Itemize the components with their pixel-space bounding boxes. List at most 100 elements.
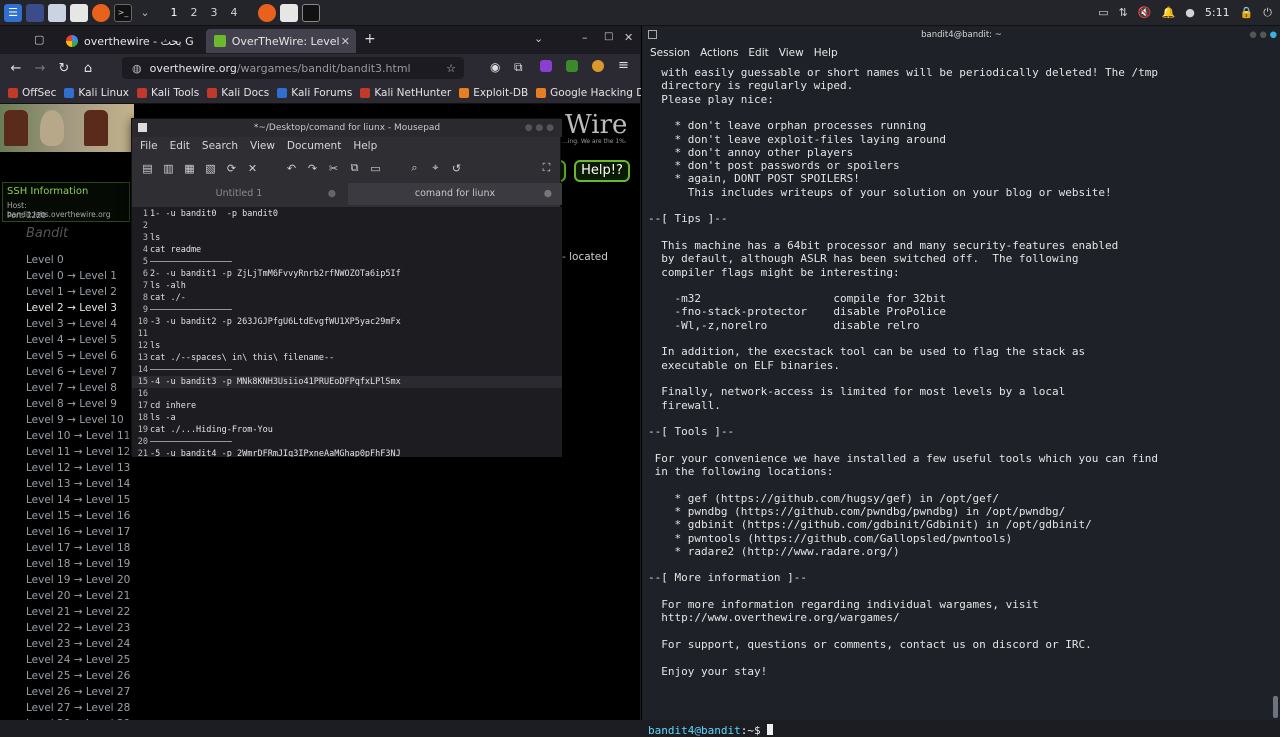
editor-line[interactable]: 10 -3 -u bandit2 -p 263JGJPfgU6LtdEvgfWU1… <box>132 316 562 328</box>
editor-line[interactable]: 14 ———————————————— <box>132 364 562 376</box>
notification-bell-icon[interactable]: 🔔 <box>1162 6 1176 19</box>
editor-line[interactable]: 19 cat ./...Hiding-From-You <box>132 424 562 436</box>
help-button[interactable]: Help!? <box>574 160 630 182</box>
kali-menu-icon[interactable]: ☰ <box>4 3 22 22</box>
editor-line[interactable]: 15 -4 -u bandit3 -p MNk8KNH3Usiio41PRUEoD… <box>132 376 562 388</box>
new-window-icon[interactable]: ▥ <box>163 162 174 175</box>
workspace-4[interactable]: 4 <box>224 6 244 19</box>
redo-icon[interactable]: ↷ <box>307 162 318 175</box>
sidebar-level-link[interactable]: Level 25 → Level 26 <box>26 670 130 682</box>
close-window-icon[interactable]: ✕ <box>624 31 633 44</box>
sidebar-level-link[interactable]: Level 14 → Level 15 <box>26 494 130 506</box>
network-icon[interactable]: ⇅ <box>1119 6 1128 19</box>
url-bar[interactable]: ◍ overthewire.org/wargames/bandit/bandit… <box>122 57 464 79</box>
sidebar-level-link[interactable]: Level 17 → Level 18 <box>26 542 130 554</box>
sidebar-level-link[interactable]: Level 15 → Level 16 <box>26 510 130 522</box>
clock[interactable]: 5:11 <box>1205 6 1230 19</box>
window-controls-icon[interactable]: ● ● ● <box>1249 26 1277 44</box>
sidebar-level-link[interactable]: Level 4 → Level 5 <box>26 334 117 346</box>
new-document-icon[interactable]: ▤ <box>142 162 153 175</box>
new-tab-icon[interactable]: + <box>364 31 376 47</box>
sidebar-level-link[interactable]: Level 21 → Level 22 <box>26 606 130 618</box>
mousepad-window-icon[interactable] <box>280 3 298 22</box>
editor-line[interactable]: 17 cd inhere <box>132 400 562 412</box>
editor-line[interactable]: 6 2- -u bandit1 -p ZjLjTmM6FvvyRnrb2rfNWO… <box>132 268 562 280</box>
editor-line[interactable]: 9 ———————————————— <box>132 304 562 316</box>
terminal-window-icon[interactable] <box>302 3 320 22</box>
workspace-3[interactable]: 3 <box>204 6 224 19</box>
extension-green-icon[interactable] <box>566 60 578 72</box>
bookmark-kali-nethunter[interactable]: Kali NetHunter <box>360 87 451 99</box>
chevron-down-icon[interactable]: ⌄ <box>136 4 154 22</box>
forward-icon[interactable]: → <box>28 61 52 76</box>
sidebar-level-link[interactable]: Level 23 → Level 24 <box>26 638 130 650</box>
bookmark-kali-forums[interactable]: Kali Forums <box>277 87 352 99</box>
window-controls-icon[interactable]: ● ● ● <box>525 119 554 137</box>
text-editor-icon[interactable] <box>70 3 88 22</box>
save-icon[interactable]: ▦ <box>184 162 195 175</box>
cut-icon[interactable]: ✂ <box>328 162 339 175</box>
shell-prompt[interactable]: bandit4@bandit:~$ <box>648 724 774 737</box>
extension-orange-icon[interactable] <box>592 60 604 72</box>
sidebar-level-link[interactable]: Level 27 → Level 28 <box>26 702 130 714</box>
mute-icon[interactable]: 🔇 <box>1138 6 1152 19</box>
terminal-scrollbar[interactable] <box>1273 696 1278 718</box>
tab-untitled-1[interactable]: Untitled 1 ● <box>132 183 346 205</box>
menu-icon[interactable]: ≡ <box>618 58 629 73</box>
sidebar-level-link[interactable]: Level 13 → Level 14 <box>26 478 130 490</box>
home-icon[interactable]: ⌂ <box>76 61 100 76</box>
close-icon[interactable]: ● <box>328 183 336 205</box>
copy-icon[interactable]: ⧉ <box>349 161 360 175</box>
search-icon[interactable]: ⌕ <box>409 161 420 175</box>
editor-line[interactable]: 8 cat ./- <box>132 292 562 304</box>
editor-line[interactable]: 16 <box>132 388 562 400</box>
sidebar-level-link[interactable]: Level 5 → Level 6 <box>26 350 117 362</box>
close-icon[interactable]: ● <box>544 183 552 205</box>
menu-file[interactable]: File <box>140 140 158 152</box>
desktop-icon[interactable] <box>26 3 44 22</box>
minimize-icon[interactable]: – <box>582 31 588 44</box>
tab-google-search[interactable]: overthewire - بحث Google <box>58 29 204 53</box>
sidebar-level-link[interactable]: Level 9 → Level 10 <box>26 414 124 426</box>
sidebar-level-link[interactable]: Level 22 → Level 23 <box>26 622 130 634</box>
account-icon[interactable]: ◉ <box>490 60 500 74</box>
tab-comand-for-liunx[interactable]: comand for liunx ● <box>348 183 562 205</box>
paste-icon[interactable]: ▭ <box>370 162 381 175</box>
undo-icon[interactable]: ↶ <box>286 162 297 175</box>
sidebar-level-link[interactable]: Level 18 → Level 19 <box>26 558 130 570</box>
sidebar-level-link[interactable]: Level 20 → Level 21 <box>26 590 130 602</box>
menu-session[interactable]: Session <box>650 47 690 59</box>
bookmark-kali-docs[interactable]: Kali Docs <box>207 87 269 99</box>
terminal-output[interactable]: with easily guessable or short names wil… <box>642 62 1280 737</box>
go-to-line-icon[interactable]: ↺ <box>451 162 462 175</box>
firefox-window-icon[interactable] <box>258 3 276 22</box>
page-info-icon[interactable]: ◍ <box>132 62 142 75</box>
menu-help[interactable]: Help <box>353 140 377 152</box>
editor-line[interactable]: 5 ———————————————— <box>132 256 562 268</box>
close-document-icon[interactable]: ✕ <box>247 162 258 175</box>
bookmark-offsec[interactable]: OffSec <box>8 87 56 99</box>
editor-line[interactable]: 7 ls -alh <box>132 280 562 292</box>
menu-document[interactable]: Document <box>287 140 341 152</box>
tab-overthewire[interactable]: OverTheWire: Level Goal ✕ <box>206 29 356 53</box>
editor-line[interactable]: 13 cat ./--spaces\ in\ this\ filename-- <box>132 352 562 364</box>
bookmark-kali-tools[interactable]: Kali Tools <box>137 87 199 99</box>
sidebar-level-link[interactable]: Level 0 <box>26 254 64 266</box>
sidebar-level-link[interactable]: Level 19 → Level 20 <box>26 574 130 586</box>
sidebar-level-link[interactable]: Level 1 → Level 2 <box>26 286 117 298</box>
bookmark-star-icon[interactable]: ☆ <box>446 62 456 75</box>
editor-line[interactable]: 12 ls <box>132 340 562 352</box>
tab-list-icon[interactable]: ⌄ <box>534 32 543 45</box>
menu-help[interactable]: Help <box>814 47 838 59</box>
editor-line[interactable]: 20 ———————————————— <box>132 436 562 448</box>
sidebar-level-link[interactable]: Level 8 → Level 9 <box>26 398 117 410</box>
sidebar-level-link[interactable]: Level 24 → Level 25 <box>26 654 130 666</box>
editor-line[interactable]: 3 ls <box>132 232 562 244</box>
file-manager-icon[interactable] <box>48 3 66 22</box>
power-icon[interactable]: ● <box>1185 6 1195 19</box>
sidebar-level-link[interactable]: Level 2 → Level 3 <box>26 302 117 314</box>
mousepad-titlebar[interactable]: *~/Desktop/comand for liunx - Mousepad ●… <box>132 119 562 137</box>
sidebar-level-link[interactable]: Level 6 → Level 7 <box>26 366 117 378</box>
find-replace-icon[interactable]: ⌖ <box>430 161 441 175</box>
workspace-1[interactable]: 1 <box>164 6 184 19</box>
